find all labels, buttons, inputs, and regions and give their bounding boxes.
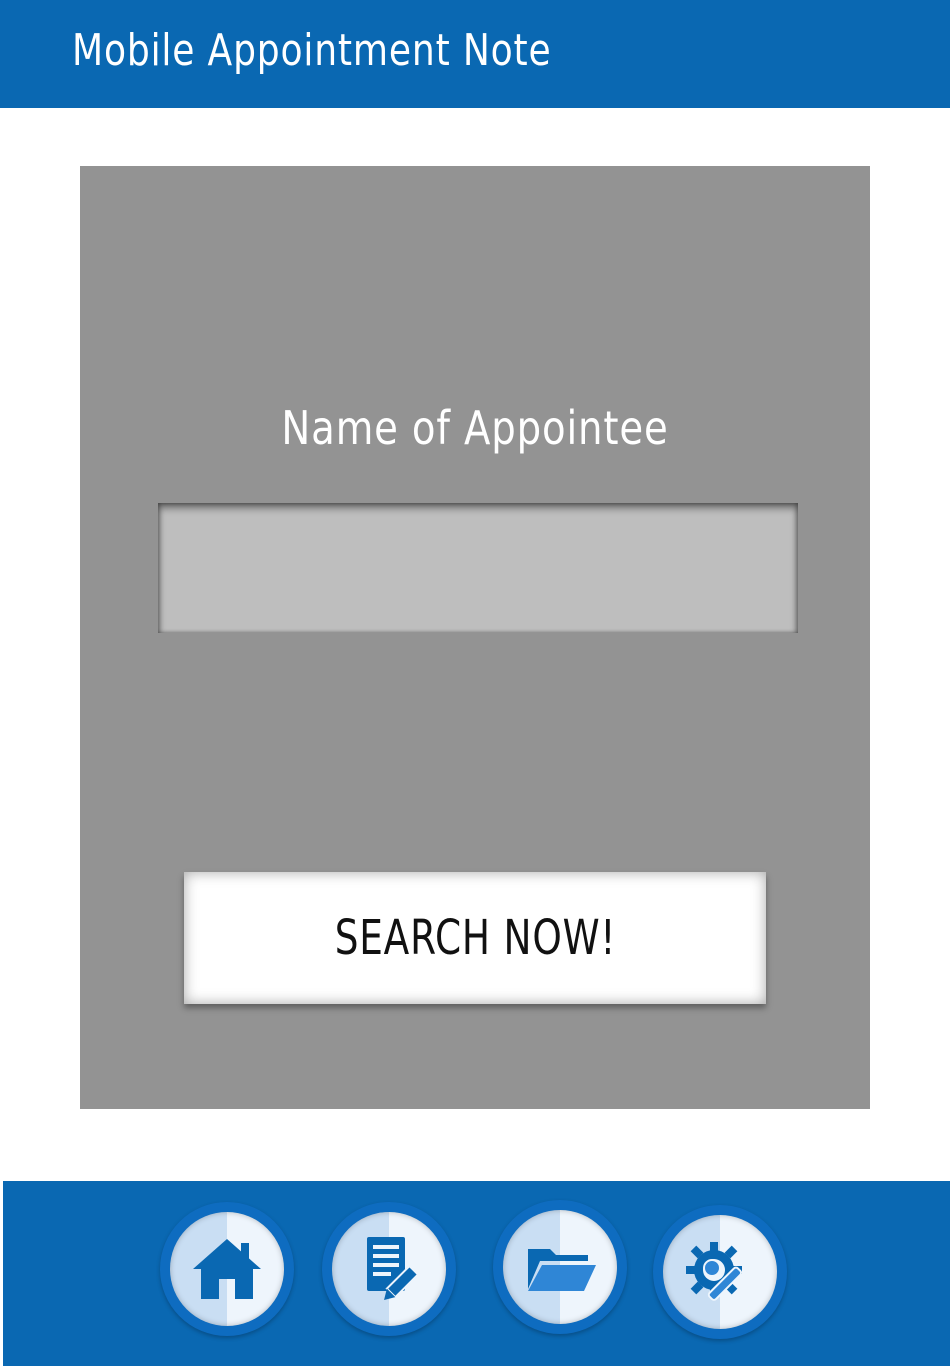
settings-wrench-gear-icon: [686, 1242, 743, 1301]
document-edit-icon: [367, 1237, 420, 1300]
nav-notes-ring: [332, 1212, 446, 1326]
nav-settings-button[interactable]: [653, 1205, 787, 1339]
appointee-name-label: Name of Appointee: [281, 401, 669, 455]
home-icon: [193, 1239, 261, 1299]
nav-folder-button[interactable]: [493, 1200, 627, 1334]
search-now-button[interactable]: SEARCH NOW!: [184, 872, 766, 1004]
nav-home-ring: [170, 1212, 284, 1326]
bottom-nav-bar: [3, 1181, 950, 1366]
search-now-button-label: SEARCH NOW!: [334, 910, 616, 966]
app-title: Mobile Appointment Note: [72, 25, 552, 76]
nav-home-button[interactable]: [160, 1202, 294, 1336]
appointee-name-input[interactable]: [158, 503, 798, 633]
nav-notes-button[interactable]: [322, 1202, 456, 1336]
nav-settings-ring: [663, 1215, 777, 1329]
app-header: Mobile Appointment Note: [0, 0, 950, 108]
folder-open-icon: [528, 1249, 596, 1291]
nav-folder-ring: [503, 1210, 617, 1324]
search-panel: Name of Appointee SEARCH NOW!: [80, 166, 870, 1109]
